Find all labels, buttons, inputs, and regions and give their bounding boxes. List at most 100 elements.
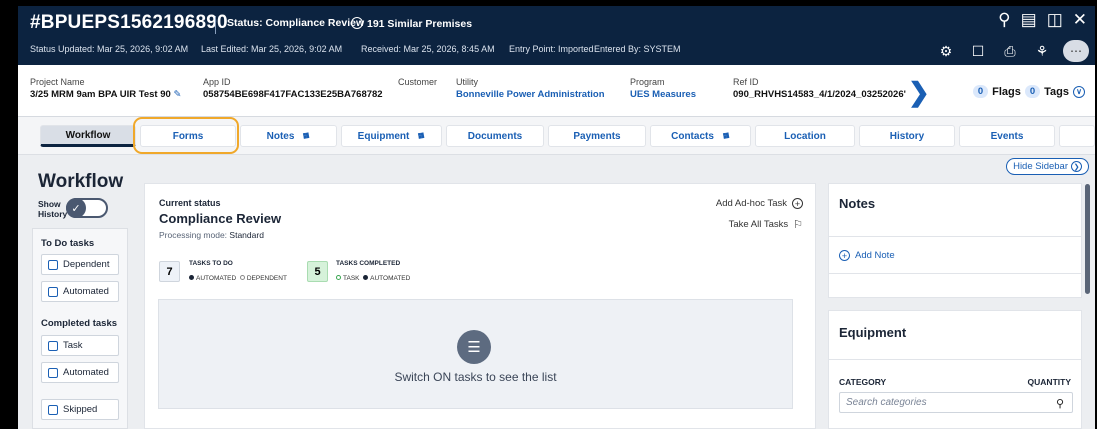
processing-mode-value: Standard (229, 230, 264, 240)
ref-id-field: Ref ID 090_RHVHS14583_4/1/2024_03252026' (733, 77, 906, 100)
divider (829, 359, 1081, 360)
settings-icon[interactable]: ⚙ (935, 40, 957, 62)
tab-history[interactable]: History (859, 125, 955, 147)
utility-link[interactable]: Bonneville Power Administration (456, 89, 605, 100)
project-name-field: Project Name 3/25 MRM 9am BPA UIR Test 9… (30, 77, 181, 100)
check-icon: ✓ (66, 198, 86, 218)
tab-label: History (889, 130, 925, 142)
flags-tags[interactable]: 0 Flags 0 Tags ∨ (972, 85, 1085, 98)
show-label: Show (38, 199, 61, 209)
app-id-label: App ID (203, 77, 231, 87)
tab-location[interactable]: Location (755, 125, 855, 147)
divider (829, 236, 1081, 237)
pin-icon[interactable]: ❖ (414, 129, 428, 143)
flags-label: Flags (992, 85, 1021, 98)
hierarchy-icon[interactable]: ⚘ (1031, 40, 1053, 62)
title-divider (215, 16, 216, 34)
tab-equipment[interactable]: Equipment ❖ (341, 125, 442, 147)
program-link[interactable]: UES Measures (630, 89, 696, 100)
filter-task[interactable]: Task (41, 335, 119, 356)
pin-icon[interactable]: ❖ (299, 129, 313, 143)
filter-label: Automated (63, 286, 109, 297)
chevron-down-icon[interactable]: ∨ (1073, 85, 1085, 98)
tags-count: 0 (1024, 85, 1041, 98)
similar-premises-label: 191 Similar Premises (367, 18, 473, 30)
tab-workflow[interactable]: Workflow (40, 125, 136, 147)
status-updated: Status Updated: Mar 25, 2026, 9:02 AM (30, 44, 189, 54)
tab-payments[interactable]: Payments (548, 125, 646, 147)
show-history-toggle[interactable]: ✓ (66, 198, 108, 218)
take-all-label: Take All Tasks (728, 219, 789, 230)
close-icon[interactable]: ✕ (1073, 10, 1087, 30)
empty-state-message: Switch ON tasks to see the list (394, 370, 557, 384)
search-categories-input[interactable]: Search categories ⚲ (839, 392, 1073, 413)
bookmark-icon[interactable]: ☐ (967, 40, 989, 62)
chevron-right-icon[interactable]: ❯ (908, 77, 930, 108)
task-filters: To Do tasks Dependent Automated Complete… (32, 228, 128, 429)
filter-automated[interactable]: Automated (41, 281, 119, 302)
layout-icon[interactable]: ▤ (1021, 10, 1037, 30)
add-note-button[interactable]: + Add Note (839, 250, 895, 261)
tab-documents[interactable]: Documents (446, 125, 544, 147)
print-icon[interactable]: ⎙ (999, 40, 1021, 62)
equipment-panel: Equipment CATEGORY QUANTITY Search categ… (828, 310, 1082, 429)
filter-dependent[interactable]: Dependent (41, 254, 119, 275)
filter-label: Automated (63, 367, 109, 378)
legend-task: TASK (343, 275, 360, 282)
equipment-title: Equipment (839, 325, 907, 340)
received: Received: Mar 25, 2026, 8:45 AM (361, 44, 495, 54)
tasks-completed-count: 5 (307, 261, 328, 282)
legend-dependent: DEPENDENT (246, 275, 287, 282)
tab-overflow[interactable] (1059, 125, 1095, 147)
search-icon[interactable]: ⚲ (998, 10, 1010, 30)
flags-count: 0 (972, 85, 989, 98)
tab-label: Contacts (671, 130, 714, 142)
take-all-tasks-button[interactable]: Take All Tasks ⚐ (729, 218, 803, 231)
flag-icon: ⚐ (793, 219, 803, 231)
quantity-column-header: QUANTITY (1027, 377, 1071, 387)
plus-circle-icon: + (792, 198, 803, 209)
chevron-right-icon: ❯ (1071, 161, 1082, 172)
current-status-value: Compliance Review (159, 211, 282, 226)
filter-skipped[interactable]: Skipped (41, 399, 119, 420)
search-icon[interactable]: ⚲ (1056, 397, 1064, 410)
program-label: Program (630, 77, 665, 87)
processing-mode-label: Processing mode: (159, 230, 228, 240)
notes-title: Notes (839, 196, 876, 211)
add-adhoc-task-button[interactable]: Add Ad-hoc Task + (716, 198, 803, 209)
checkbox-icon (48, 286, 58, 297)
tab-events[interactable]: Events (959, 125, 1055, 147)
tab-label: Equipment (357, 130, 410, 142)
tasks-todo-caption: TASKS TO DO (189, 260, 233, 267)
app-id-value: 058754BE698F417FAC133E25BA768782 (203, 89, 383, 100)
tab-label: Documents (467, 130, 523, 142)
pin-icon[interactable]: ❖ (719, 129, 733, 143)
tags-label: Tags (1044, 85, 1069, 98)
similar-premises-link[interactable]: 191 Similar Premises (351, 17, 472, 30)
info-bar: Project Name 3/25 MRM 9am BPA UIR Test 9… (18, 65, 1095, 117)
tab-notes[interactable]: Notes ❖ (240, 125, 337, 147)
status-label: Status: Compliance Review (227, 17, 365, 29)
entry-point: Entry Point: Imported (509, 44, 594, 54)
utility-field: Utility Bonneville Power Administration (456, 77, 605, 100)
more-icon[interactable]: ⋯ (1063, 40, 1089, 62)
hide-sidebar-button[interactable]: Hide Sidebar ❯ (1006, 158, 1089, 175)
tab-label: Events (990, 130, 1024, 142)
checkbox-icon (48, 367, 58, 378)
tab-contacts[interactable]: Contacts ❖ (650, 125, 751, 147)
project-name-value: 3/25 MRM 9am BPA UIR Test 90 (30, 89, 171, 100)
task-list-icon: ☰ (457, 330, 491, 364)
checkbox-icon (48, 340, 58, 351)
utility-label: Utility (456, 77, 478, 87)
sidebar-scrollbar[interactable] (1085, 184, 1090, 294)
hollow-green-dot-icon (336, 275, 341, 280)
hide-sidebar-label: Hide Sidebar (1013, 161, 1068, 172)
panel-icon[interactable]: ◫ (1047, 10, 1063, 30)
filter-automated-completed[interactable]: Automated (41, 362, 119, 383)
tasks-todo-count: 7 (159, 261, 180, 282)
divider (829, 273, 1081, 274)
current-status-label: Current status (159, 198, 221, 208)
edit-pencil-icon[interactable]: ✎ (173, 89, 181, 100)
last-edited: Last Edited: Mar 25, 2026, 9:02 AM (201, 44, 343, 54)
current-status-panel: Current status Compliance Review Process… (144, 183, 816, 429)
